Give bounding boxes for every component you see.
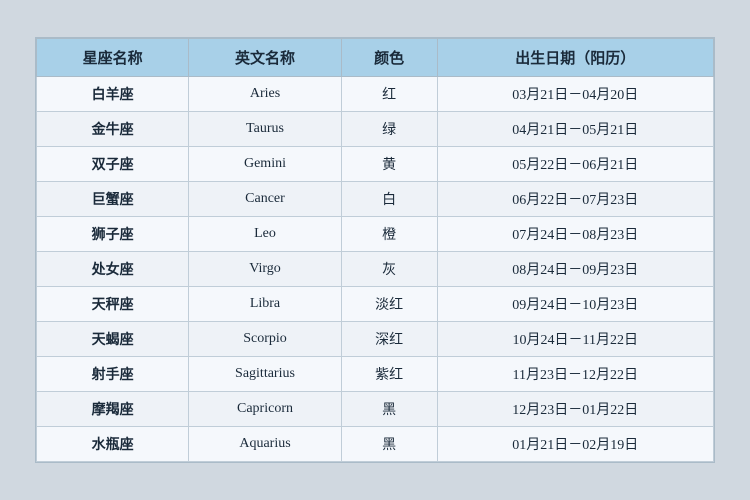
cell-chinese: 狮子座 xyxy=(37,217,189,252)
cell-english: Virgo xyxy=(189,252,341,287)
col-header-chinese: 星座名称 xyxy=(37,39,189,77)
col-header-color: 颜色 xyxy=(341,39,437,77)
cell-english: Aries xyxy=(189,77,341,112)
cell-chinese: 巨蟹座 xyxy=(37,182,189,217)
zodiac-table: 星座名称 英文名称 颜色 出生日期（阳历） 白羊座Aries红03月21日－04… xyxy=(36,38,714,462)
cell-chinese: 白羊座 xyxy=(37,77,189,112)
table-row: 白羊座Aries红03月21日－04月20日 xyxy=(37,77,714,112)
cell-color: 绿 xyxy=(341,112,437,147)
cell-chinese: 天秤座 xyxy=(37,287,189,322)
table-row: 天蝎座Scorpio深红10月24日－11月22日 xyxy=(37,322,714,357)
cell-english: Libra xyxy=(189,287,341,322)
col-header-dates: 出生日期（阳历） xyxy=(437,39,713,77)
cell-chinese: 处女座 xyxy=(37,252,189,287)
cell-english: Cancer xyxy=(189,182,341,217)
table-row: 巨蟹座Cancer白06月22日－07月23日 xyxy=(37,182,714,217)
cell-dates: 07月24日－08月23日 xyxy=(437,217,713,252)
cell-english: Scorpio xyxy=(189,322,341,357)
cell-chinese: 水瓶座 xyxy=(37,427,189,462)
table-row: 双子座Gemini黄05月22日－06月21日 xyxy=(37,147,714,182)
cell-dates: 04月21日－05月21日 xyxy=(437,112,713,147)
cell-color: 灰 xyxy=(341,252,437,287)
table-row: 天秤座Libra淡红09月24日－10月23日 xyxy=(37,287,714,322)
cell-color: 黑 xyxy=(341,392,437,427)
cell-dates: 05月22日－06月21日 xyxy=(437,147,713,182)
cell-chinese: 摩羯座 xyxy=(37,392,189,427)
zodiac-table-container: 星座名称 英文名称 颜色 出生日期（阳历） 白羊座Aries红03月21日－04… xyxy=(35,37,715,463)
cell-dates: 11月23日－12月22日 xyxy=(437,357,713,392)
cell-english: Aquarius xyxy=(189,427,341,462)
table-row: 水瓶座Aquarius黑01月21日－02月19日 xyxy=(37,427,714,462)
cell-color: 淡红 xyxy=(341,287,437,322)
table-row: 处女座Virgo灰08月24日－09月23日 xyxy=(37,252,714,287)
cell-english: Taurus xyxy=(189,112,341,147)
cell-english: Gemini xyxy=(189,147,341,182)
cell-chinese: 金牛座 xyxy=(37,112,189,147)
cell-color: 白 xyxy=(341,182,437,217)
col-header-english: 英文名称 xyxy=(189,39,341,77)
cell-english: Leo xyxy=(189,217,341,252)
cell-color: 红 xyxy=(341,77,437,112)
cell-dates: 08月24日－09月23日 xyxy=(437,252,713,287)
cell-english: Capricorn xyxy=(189,392,341,427)
cell-dates: 01月21日－02月19日 xyxy=(437,427,713,462)
cell-color: 紫红 xyxy=(341,357,437,392)
cell-chinese: 双子座 xyxy=(37,147,189,182)
cell-dates: 06月22日－07月23日 xyxy=(437,182,713,217)
table-row: 摩羯座Capricorn黑12月23日－01月22日 xyxy=(37,392,714,427)
cell-dates: 09月24日－10月23日 xyxy=(437,287,713,322)
table-body: 白羊座Aries红03月21日－04月20日金牛座Taurus绿04月21日－0… xyxy=(37,77,714,462)
cell-dates: 03月21日－04月20日 xyxy=(437,77,713,112)
cell-dates: 12月23日－01月22日 xyxy=(437,392,713,427)
cell-chinese: 射手座 xyxy=(37,357,189,392)
table-header-row: 星座名称 英文名称 颜色 出生日期（阳历） xyxy=(37,39,714,77)
cell-color: 黄 xyxy=(341,147,437,182)
cell-color: 深红 xyxy=(341,322,437,357)
cell-color: 黑 xyxy=(341,427,437,462)
cell-color: 橙 xyxy=(341,217,437,252)
table-row: 狮子座Leo橙07月24日－08月23日 xyxy=(37,217,714,252)
cell-dates: 10月24日－11月22日 xyxy=(437,322,713,357)
cell-english: Sagittarius xyxy=(189,357,341,392)
cell-chinese: 天蝎座 xyxy=(37,322,189,357)
table-row: 金牛座Taurus绿04月21日－05月21日 xyxy=(37,112,714,147)
table-row: 射手座Sagittarius紫红11月23日－12月22日 xyxy=(37,357,714,392)
